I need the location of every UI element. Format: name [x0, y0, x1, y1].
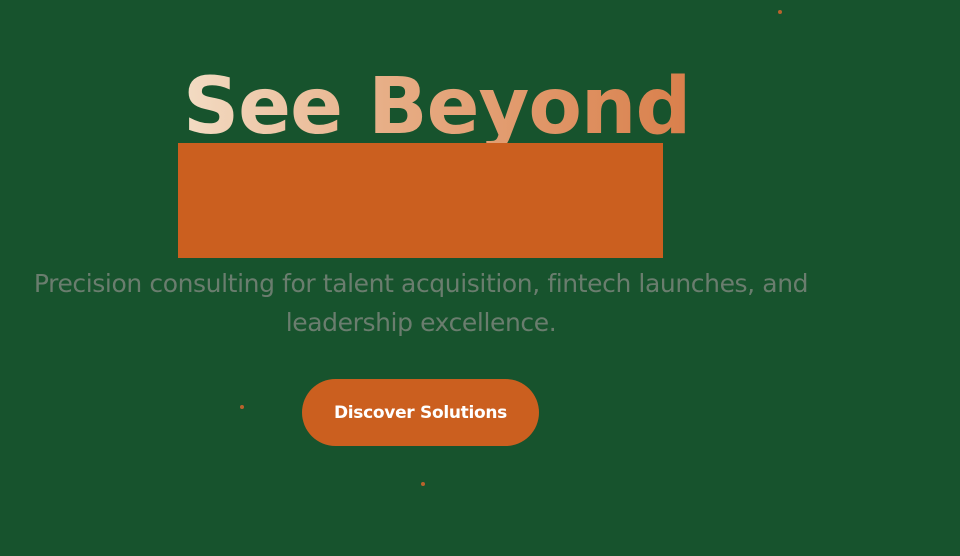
discover-solutions-button[interactable]: Discover Solutions — [302, 379, 539, 446]
decorative-dot — [421, 482, 425, 486]
accent-block — [178, 143, 663, 258]
hero-subtitle: Precision consulting for talent acquisit… — [33, 269, 809, 337]
hero-title: See Beyond — [183, 62, 691, 152]
decorative-dot — [778, 10, 782, 14]
decorative-dot — [240, 405, 244, 409]
